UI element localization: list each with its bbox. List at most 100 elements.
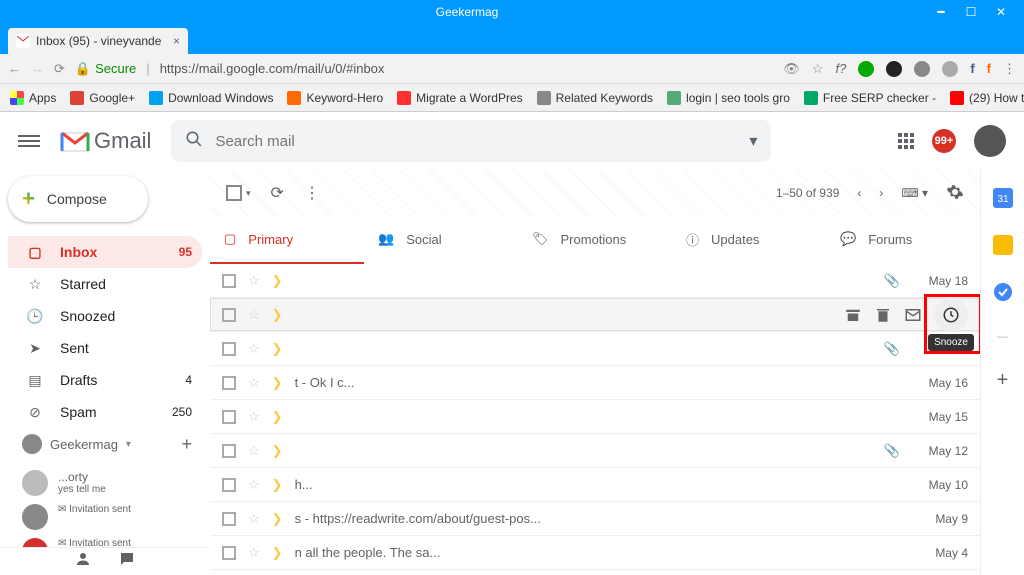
tab-forums[interactable]: 💬Forums [826,216,980,264]
window-minimize-button[interactable]: ━ [926,5,956,19]
tab-primary[interactable]: ▢Primary [210,216,364,264]
bookmark-item[interactable]: Keyword-Hero [287,91,383,105]
search-options-icon[interactable]: ▾ [749,131,757,151]
star-toggle[interactable]: ☆ [248,375,260,391]
sidebar-item-sent[interactable]: ➤Sent [8,332,202,364]
sidebar-item-drafts[interactable]: ▤Drafts4 [8,364,202,396]
mail-row[interactable]: ☆ ❯ s - https://readwrite.com/about/gues… [210,502,980,536]
refresh-button[interactable]: ⟳ [271,183,284,203]
notifications-badge[interactable]: 99+ [932,129,956,153]
nav-back-button[interactable]: ← [8,61,21,76]
label-row[interactable]: Geekermag ▾ + [8,428,202,460]
window-close-button[interactable]: ✕ [986,5,1016,19]
hangouts-chat-icon[interactable] [118,550,136,573]
bookmark-item[interactable]: Related Keywords [537,91,653,105]
eye-icon[interactable]: 👁 [783,61,800,77]
star-toggle[interactable]: ☆ [248,409,260,425]
nav-forward-button[interactable]: → [31,61,44,76]
add-addon-icon[interactable]: + [997,369,1009,392]
importance-marker[interactable]: ❯ [272,511,283,527]
sidebar-item-spam[interactable]: ⊘Spam250 [8,396,202,428]
mail-checkbox[interactable] [222,342,236,356]
tab-close-icon[interactable]: × [173,34,180,48]
bookmark-item[interactable]: login | seo tools gro [667,91,790,105]
ext-facebook-icon[interactable]: f [970,61,974,76]
main-menu-button[interactable] [18,135,40,147]
secure-indicator[interactable]: 🔒 Secure [75,61,136,77]
mail-row[interactable]: ☆ ❯ PM, ... May 3 [210,570,980,575]
ext-firefox-icon[interactable]: f [987,61,991,76]
archive-icon[interactable] [844,306,862,324]
mail-row[interactable]: ☆ ❯ May 15 [210,400,980,434]
hangout-contact[interactable]: ✉ Invitation sent [8,500,202,534]
bookmark-item[interactable]: Google+ [70,91,135,105]
bookmark-item[interactable]: Download Windows [149,91,273,105]
importance-marker[interactable]: ❯ [272,443,283,459]
mail-checkbox[interactable] [222,308,236,322]
ext-icon-4[interactable] [942,61,958,77]
bookmark-item[interactable]: Apps [10,91,56,105]
star-toggle[interactable]: ☆ [248,477,260,493]
nav-reload-button[interactable]: ⟳ [54,61,65,77]
sidebar-item-inbox[interactable]: ▢Inbox95 [8,236,202,268]
compose-button[interactable]: + Compose [8,176,148,222]
importance-marker[interactable]: ❯ [272,545,283,561]
mail-checkbox[interactable] [222,376,236,390]
sidebar-item-starred[interactable]: ☆Starred [8,268,202,300]
input-tools-icon[interactable]: ⌨ ▾ [901,186,928,200]
importance-marker[interactable]: ❯ [272,307,283,323]
calendar-icon[interactable]: 31 [993,188,1013,213]
mail-row[interactable]: ☆ ❯ 📎May 18 [210,264,980,298]
google-apps-button[interactable] [898,133,914,149]
settings-gear-icon[interactable] [946,183,964,204]
more-button[interactable]: ⋮ [304,183,320,203]
gmail-logo[interactable]: Gmail [60,128,151,154]
mail-row[interactable]: ☆ ❯ n all the people. The sa... May 4 [210,536,980,570]
tab-promotions[interactable]: 🏷Promotions [518,216,672,264]
bookmark-item[interactable]: Migrate a WordPres [397,91,522,105]
next-page-button[interactable]: › [879,186,883,200]
hangouts-contacts-icon[interactable] [74,550,92,573]
keep-icon[interactable] [993,235,1013,260]
mail-checkbox[interactable] [222,274,236,288]
star-toggle[interactable]: ☆ [248,341,260,357]
browser-menu-icon[interactable]: ⋮ [1003,61,1016,77]
importance-marker[interactable]: ❯ [272,375,283,391]
star-icon[interactable]: ☆ [812,61,824,77]
mail-row[interactable]: ☆ ❯ t - Ok I c... May 16 [210,366,980,400]
importance-marker[interactable]: ❯ [272,477,283,493]
search-input[interactable] [215,133,737,150]
ext-icon-2[interactable] [886,61,902,77]
star-toggle[interactable]: ☆ [248,273,260,289]
ext-icon-1[interactable] [858,61,874,77]
star-toggle[interactable]: ☆ [248,545,260,561]
mail-checkbox[interactable] [222,512,236,526]
browser-tab[interactable]: Inbox (95) - vineyvande × [8,28,188,54]
search-icon[interactable] [185,130,203,153]
prev-page-button[interactable]: ‹ [857,186,861,200]
star-toggle[interactable]: ☆ [248,443,260,459]
window-maximize-button[interactable]: ☐ [956,5,986,19]
importance-marker[interactable]: ❯ [272,273,283,289]
mail-row[interactable]: ☆ ❯ 📎 [210,332,980,366]
tasks-icon[interactable] [993,282,1013,307]
star-toggle[interactable]: ☆ [248,511,260,527]
ext-icon-3[interactable] [914,61,930,77]
mail-checkbox[interactable] [222,546,236,560]
mail-checkbox[interactable] [222,444,236,458]
select-all-checkbox[interactable] [226,185,242,201]
bookmark-item[interactable]: (29) How to create a [950,91,1024,105]
url-field[interactable]: https://mail.google.com/mail/u/0/#inbox [160,61,774,76]
tab-social[interactable]: 👥Social [364,216,518,264]
importance-marker[interactable]: ❯ [272,409,283,425]
mark-read-icon[interactable] [904,306,922,324]
mail-checkbox[interactable] [222,410,236,424]
select-dropdown-icon[interactable]: ▾ [246,188,251,199]
hangout-contact[interactable]: ...ortyyes tell me [8,466,202,500]
mail-row[interactable]: ☆ ❯ Snooze [210,298,980,332]
tab-updates[interactable]: ⓘUpdates [672,216,826,264]
star-toggle[interactable]: ☆ [248,307,260,323]
add-label-button[interactable]: + [181,434,192,455]
delete-icon[interactable] [874,306,892,324]
ext-scriptf-icon[interactable]: f? [835,61,846,76]
